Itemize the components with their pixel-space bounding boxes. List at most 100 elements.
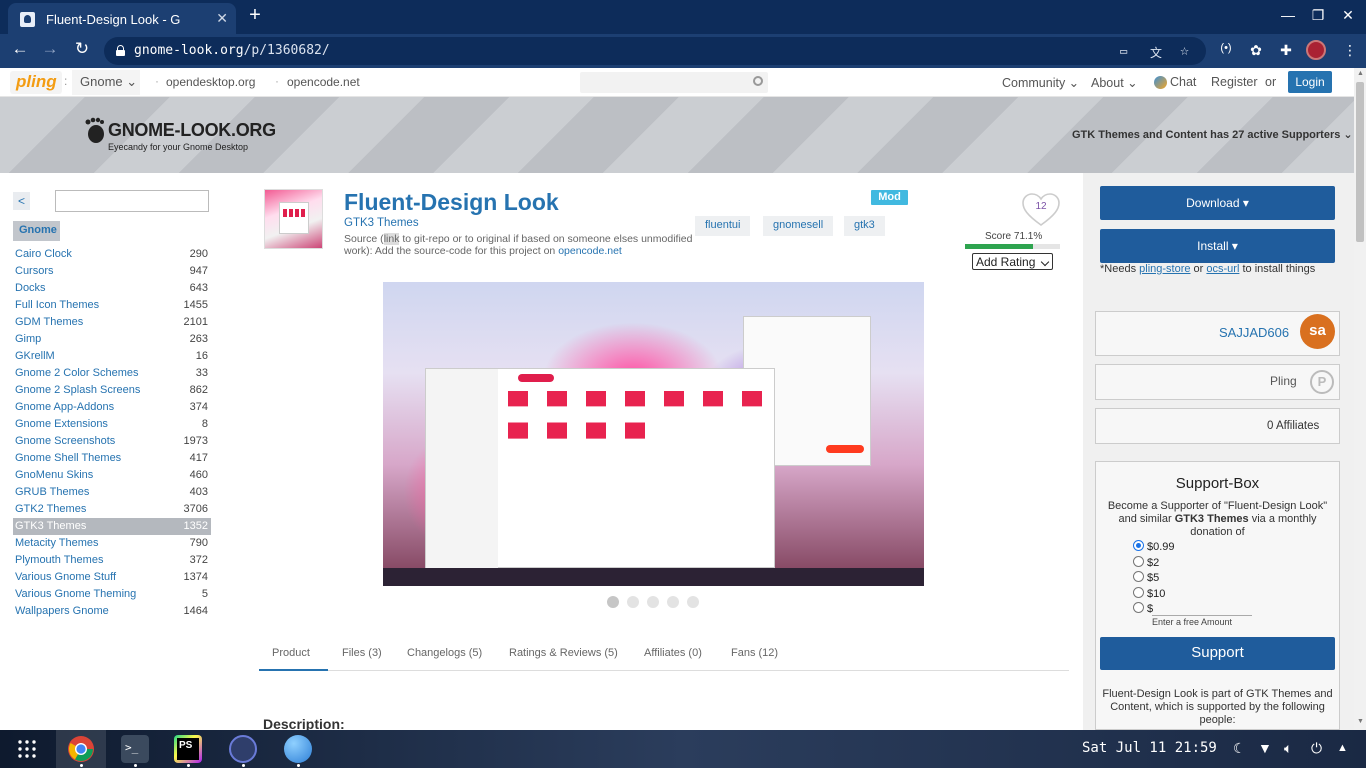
sidebar-category-item[interactable]: Gnome 2 Splash Screens 862 <box>13 382 211 399</box>
tab-changelogs[interactable]: Changelogs (5) <box>407 647 482 659</box>
site-logo-title[interactable]: GNOME-LOOK.ORG <box>108 120 276 141</box>
author-username[interactable]: SAJJAD606 <box>1219 325 1289 340</box>
sidebar-category-item[interactable]: Gnome Extensions 8 <box>13 416 211 433</box>
back-button[interactable]: ← <box>8 39 32 59</box>
profile-avatar[interactable] <box>1306 40 1326 60</box>
add-rating-select[interactable]: Add Rating <box>972 253 1053 270</box>
scrollbar-thumb[interactable] <box>1356 82 1364 242</box>
register-link[interactable]: Register <box>1211 75 1258 89</box>
install-button[interactable]: Install ▾ <box>1100 229 1335 263</box>
forward-button[interactable]: → <box>38 39 62 59</box>
carousel-dot[interactable] <box>667 596 679 608</box>
product-screenshot[interactable] <box>383 282 924 586</box>
donation-option-5[interactable]: $5 <box>1133 571 1159 584</box>
chrome-icon[interactable] <box>67 735 95 763</box>
sidebar-category-item[interactable]: GKrellM 16 <box>13 348 211 365</box>
sidebar-category-item[interactable]: GTK3 Themes 1352 <box>13 518 211 535</box>
sidebar-category-item[interactable]: Plymouth Themes 372 <box>13 552 211 569</box>
pling-label[interactable]: Pling <box>1270 374 1297 388</box>
free-amount-input[interactable] <box>1152 615 1252 616</box>
sidebar-root-category[interactable]: Gnome <box>13 221 60 241</box>
radio-button[interactable] <box>1133 556 1144 567</box>
sidebar-category-item[interactable]: Metacity Themes 790 <box>13 535 211 552</box>
tag-fluentui[interactable]: fluentui <box>695 216 751 236</box>
tag-gtk3[interactable]: gtk3 <box>844 216 885 236</box>
moon-icon[interactable]: ☾ <box>1233 740 1246 757</box>
pling-store-link[interactable]: pling-store <box>1139 263 1190 275</box>
pling-icon[interactable]: P <box>1310 370 1334 394</box>
category-dropdown[interactable]: Gnome ⌄ <box>72 70 140 95</box>
sidebar-category-item[interactable]: Docks 643 <box>13 280 211 297</box>
taskbar-clock[interactable]: Sat Jul 11 21:59 <box>1082 740 1217 756</box>
like-button[interactable]: 12 <box>1022 193 1060 227</box>
maximize-icon[interactable]: ❐ <box>1308 7 1328 24</box>
phpstorm-icon[interactable]: PS <box>174 735 202 763</box>
opencode-source-link[interactable]: opencode.net <box>558 245 622 257</box>
sidebar-category-item[interactable]: Wallpapers Gnome 1464 <box>13 603 211 620</box>
sidebar-category-item[interactable]: Gnome Screenshots 1973 <box>13 433 211 450</box>
supporters-count[interactable]: GTK Themes and Content has 27 active Sup… <box>1072 128 1353 141</box>
sidebar-category-item[interactable]: Gnome 2 Color Schemes 33 <box>13 365 211 382</box>
ocs-url-link[interactable]: ocs-url <box>1206 263 1239 275</box>
close-window-icon[interactable]: ✕ <box>1338 7 1358 24</box>
site-search-input[interactable] <box>580 72 768 93</box>
tab-affiliates[interactable]: Affiliates (0) <box>644 647 702 659</box>
sidebar-category-item[interactable]: Various Gnome Stuff 1374 <box>13 569 211 586</box>
sidebar-category-item[interactable]: GRUB Themes 403 <box>13 484 211 501</box>
donation-option-10[interactable]: $10 <box>1133 587 1165 600</box>
radio-button[interactable] <box>1133 587 1144 598</box>
sidebar-category-item[interactable]: Gnome App-Addons 374 <box>13 399 211 416</box>
extension-bracket-icon[interactable]: (•) <box>1216 42 1236 54</box>
terminal-icon[interactable]: >_ <box>121 735 149 763</box>
login-button[interactable]: Login <box>1288 71 1332 93</box>
support-button[interactable]: Support <box>1100 637 1335 670</box>
lock-icon[interactable] <box>116 45 125 56</box>
chat-link[interactable]: Chat <box>1170 75 1196 89</box>
new-tab-button[interactable]: + <box>244 4 266 27</box>
bookmark-star-icon[interactable]: ☆ <box>1180 41 1189 59</box>
system-monitor-icon[interactable] <box>229 735 257 763</box>
sidebar-category-item[interactable]: Cairo Clock 290 <box>13 246 211 263</box>
sidebar-category-item[interactable]: Gnome Shell Themes 417 <box>13 450 211 467</box>
tag-gnomesell[interactable]: gnomesell <box>763 216 834 236</box>
product-thumbnail[interactable] <box>264 189 323 249</box>
sidebar-category-item[interactable]: Full Icon Themes 1455 <box>13 297 211 314</box>
sidebar-category-item[interactable]: GDM Themes 2101 <box>13 314 211 331</box>
gnome-foot-icon[interactable] <box>84 117 106 143</box>
tab-fans[interactable]: Fans (12) <box>731 647 778 659</box>
settings-app-icon[interactable] <box>284 735 312 763</box>
close-tab-icon[interactable]: ✕ <box>216 10 228 27</box>
sidebar-search-input[interactable] <box>55 190 209 212</box>
wifi-icon[interactable]: ▼ <box>1258 740 1272 756</box>
address-bar[interactable]: gnome-look.org/p/1360682/ ▭ 文 ☆ <box>104 37 1206 65</box>
radio-button[interactable] <box>1133 540 1144 551</box>
donation-option-2[interactable]: $2 <box>1133 556 1159 569</box>
sidebar-category-item[interactable]: GnoMenu Skins 460 <box>13 467 211 484</box>
opencode-link[interactable]: opencode.net <box>287 75 360 89</box>
carousel-dot[interactable] <box>607 596 619 608</box>
browser-tab[interactable]: Fluent-Design Look - G ✕ <box>8 3 236 34</box>
carousel-dot[interactable] <box>687 596 699 608</box>
tab-product[interactable]: Product <box>272 647 310 659</box>
about-menu[interactable]: About ⌄ <box>1091 75 1138 90</box>
translate-icon[interactable]: 文 <box>1150 44 1162 61</box>
extensions-icon[interactable]: ✚ <box>1276 42 1296 59</box>
carousel-dot[interactable] <box>627 596 639 608</box>
search-icon[interactable] <box>753 76 763 86</box>
carousel-dot[interactable] <box>647 596 659 608</box>
source-link[interactable]: link <box>383 233 400 245</box>
page-scrollbar[interactable]: ▲ ▼ <box>1354 68 1366 730</box>
donation-option-custom[interactable]: $ <box>1133 602 1153 615</box>
minimize-icon[interactable]: — <box>1278 7 1298 23</box>
apps-grid-icon[interactable] <box>17 739 37 759</box>
donation-option-099[interactable]: $0.99 <box>1133 540 1175 553</box>
sidebar-category-item[interactable]: Cursors 947 <box>13 263 211 280</box>
tray-expand-icon[interactable]: ▲ <box>1337 742 1348 754</box>
reload-button[interactable]: ↻ <box>70 39 94 59</box>
product-category-link[interactable]: GTK3 Themes <box>344 217 419 229</box>
sidebar-back-button[interactable]: < <box>13 192 30 210</box>
menu-icon[interactable]: ⋮ <box>1340 42 1360 59</box>
tab-ratings-reviews[interactable]: Ratings & Reviews (5) <box>509 647 618 659</box>
extension-gnome-icon[interactable]: ✿ <box>1246 42 1266 59</box>
author-avatar[interactable]: sa <box>1300 314 1335 349</box>
